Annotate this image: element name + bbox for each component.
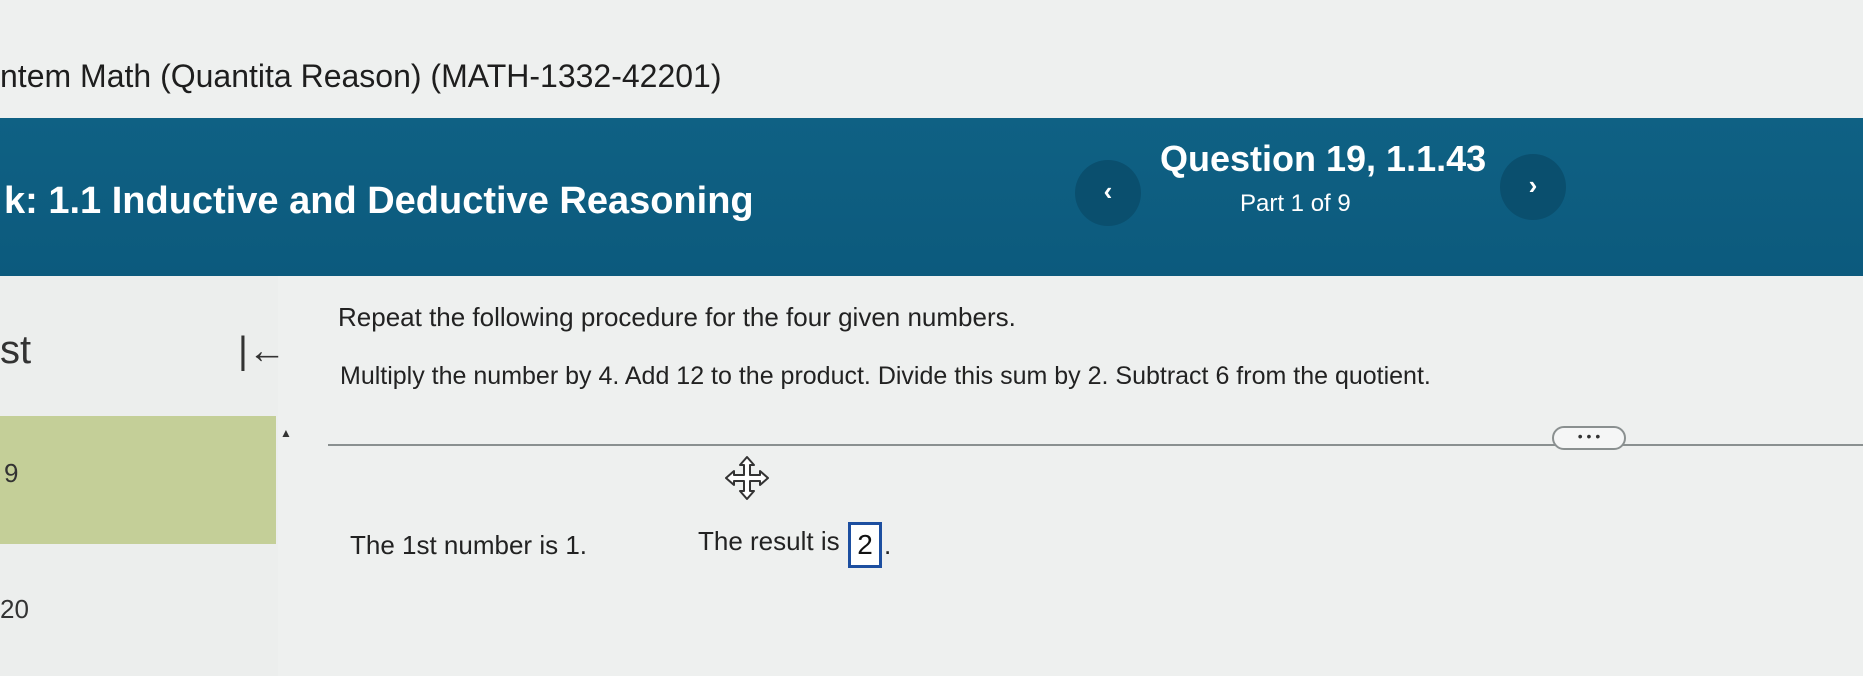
question-prompt: Repeat the following procedure for the f… bbox=[338, 302, 1016, 332]
course-title: ntem Math (Quantita Reason) (MATH-1332-4… bbox=[0, 58, 722, 94]
content-divider bbox=[328, 444, 1863, 446]
chevron-left-icon: ‹ bbox=[1103, 176, 1113, 206]
question-header: k: 1.1 Inductive and Deductive Reasoning… bbox=[0, 118, 1863, 276]
sidebar-item-label: 9 bbox=[4, 458, 19, 488]
sidebar-heading: st bbox=[0, 328, 32, 372]
move-cursor-icon bbox=[725, 456, 769, 500]
result-label: The result is bbox=[698, 526, 840, 556]
answer-input[interactable]: 2 bbox=[848, 522, 882, 568]
collapse-sidebar-icon[interactable]: |← bbox=[238, 330, 286, 373]
scroll-up-arrow-icon[interactable]: ▲ bbox=[280, 426, 292, 440]
answer-period: . bbox=[884, 530, 892, 560]
first-number-text: The 1st number is 1. bbox=[350, 530, 587, 560]
previous-question-button[interactable]: ‹ bbox=[1075, 160, 1141, 226]
question-procedure: Multiply the number by 4. Add 12 to the … bbox=[340, 362, 1431, 390]
chevron-right-icon: › bbox=[1528, 170, 1538, 200]
question-part: Part 1 of 9 bbox=[1240, 190, 1351, 217]
section-title: k: 1.1 Inductive and Deductive Reasoning bbox=[4, 180, 754, 222]
sidebar-item-question-20[interactable]: 20 bbox=[0, 594, 29, 625]
sidebar-item-question-19[interactable]: 9 bbox=[0, 416, 276, 544]
question-number: Question 19, 1.1.43 bbox=[1160, 138, 1487, 179]
next-question-button[interactable]: › bbox=[1500, 154, 1566, 220]
more-options-button[interactable]: • • • bbox=[1552, 426, 1626, 450]
question-list-sidebar: st 9 20 ▲ bbox=[0, 276, 292, 676]
